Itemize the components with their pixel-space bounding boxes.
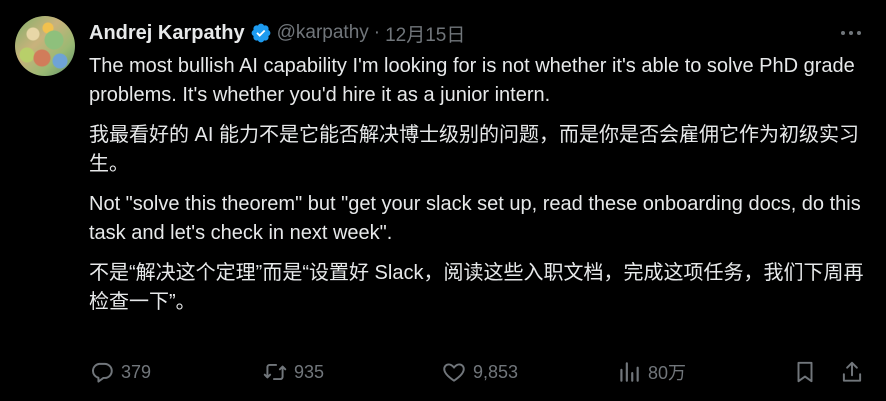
- tweet-paragraph-4: 不是“解决这个定理”而是“设置好 Slack，阅读这些入职文档，完成这项任务，我…: [89, 262, 864, 313]
- like-button[interactable]: 9,853: [441, 357, 518, 387]
- share-icon: [842, 361, 862, 382]
- tweet-paragraph-1: The most bullish AI capability I'm looki…: [89, 55, 861, 106]
- author-name[interactable]: Andrej Karpathy: [89, 22, 245, 45]
- verified-badge-icon[interactable]: [250, 22, 272, 44]
- separator-dot: ·: [373, 22, 381, 43]
- reply-icon: [92, 362, 113, 383]
- more-dots-icon[interactable]: [838, 22, 864, 44]
- views-bar-chart-icon: [620, 362, 639, 382]
- action-bar: 379 935 9,853 80万: [89, 357, 869, 387]
- tweet-paragraph-3: Not "solve this theorem" but "get your s…: [89, 193, 867, 244]
- tweet-paragraph-2: 我最看好的 AI 能力不是它能否解决博士级别的问题，而是你是否会雇佣它作为初级实…: [89, 124, 860, 175]
- share-button[interactable]: [839, 357, 865, 387]
- tweet-date[interactable]: 12月15日: [385, 20, 465, 47]
- retweet-count: 935: [294, 361, 325, 382]
- heart-icon: [443, 363, 465, 382]
- retweet-icon: [263, 363, 287, 381]
- views-count: 80万: [648, 363, 687, 383]
- bookmark-button[interactable]: [792, 357, 818, 387]
- reply-button[interactable]: 379: [89, 357, 151, 387]
- bookmark-icon: [797, 361, 813, 383]
- tweet-text: The most bullish AI capability I'm looki…: [89, 52, 869, 328]
- retweet-button[interactable]: 935: [262, 357, 324, 387]
- tweet-header: Andrej Karpathy @karpathy · 12月15日: [89, 20, 465, 46]
- views-button[interactable]: 80万: [616, 357, 686, 387]
- tweet[interactable]: Andrej Karpathy @karpathy · 12月15日 The m…: [0, 0, 886, 401]
- reply-count: 379: [121, 361, 152, 382]
- author-handle[interactable]: @karpathy: [277, 22, 369, 44]
- like-count: 9,853: [473, 361, 519, 382]
- avatar[interactable]: [15, 16, 75, 76]
